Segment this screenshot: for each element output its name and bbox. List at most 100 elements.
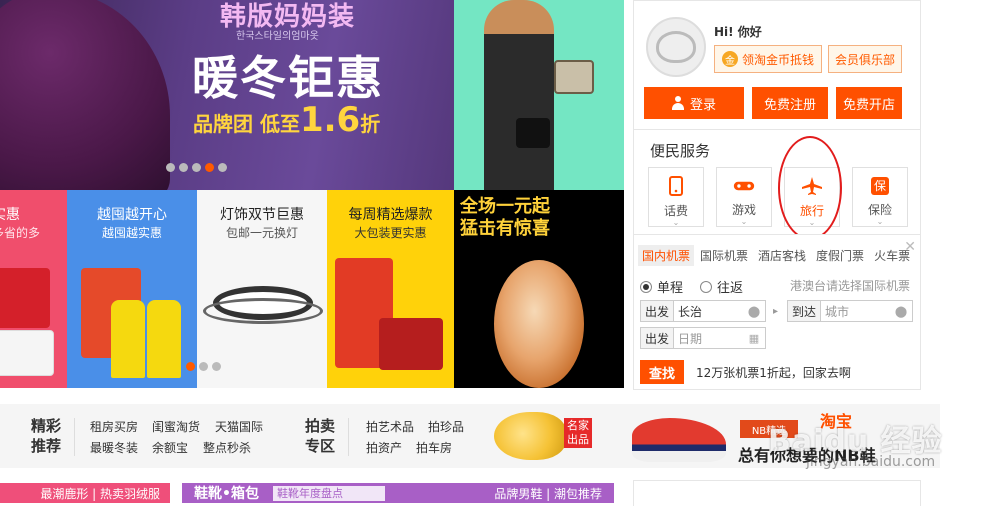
link-car-house-auction[interactable]: 拍车房	[416, 439, 452, 456]
carousel-dot[interactable]	[179, 163, 188, 172]
insurance-icon: 保	[869, 176, 891, 195]
date-placeholder[interactable]: 日期	[674, 330, 747, 347]
famous-artist-tag: 名家出品	[564, 418, 592, 448]
right-bottom-panel	[633, 480, 921, 506]
link-treasure-auction[interactable]: 拍珍品	[428, 418, 464, 435]
one-way-radio[interactable]: 单程	[640, 277, 683, 296]
travel-tabs: 国内机票 国际机票 酒店客栈 度假门票 火车票	[638, 245, 916, 266]
hero-promo: 品牌团 低至1.6折	[193, 100, 381, 140]
promo-tile-3[interactable]: 灯饰双节巨惠 包邮一元换灯	[197, 190, 327, 388]
link-winter-clothes[interactable]: 最暖冬装	[90, 439, 138, 456]
radio-selected-icon	[640, 280, 652, 293]
service-phone-bill[interactable]: 话费 ⌄	[648, 167, 704, 227]
service-games[interactable]: 游戏 ⌄	[716, 167, 772, 227]
round-trip-radio[interactable]: 往返	[700, 277, 743, 296]
promo-tile-1[interactable]: 实惠 多省的多	[0, 190, 67, 388]
carousel-dot-active[interactable]	[205, 163, 214, 172]
product-box-image	[0, 330, 54, 376]
tab-hotels[interactable]: 酒店客栈	[754, 245, 810, 266]
promo-tile-4[interactable]: 每周精选爆款 大包装更实惠	[327, 190, 454, 388]
service-title: 便民服务	[650, 142, 711, 160]
flight-search-panel: 国内机票 国际机票 酒店客栈 度假门票 火车票 ✕ 单程 往返 港澳台请选择国际…	[633, 234, 921, 390]
snack-pack-image	[379, 318, 443, 370]
link-rent-buy-house[interactable]: 租房买房	[90, 418, 138, 435]
arrival-city-field[interactable]: 到达 城市 ⬤	[787, 300, 913, 322]
arrow-right-icon: ▸	[773, 306, 779, 317]
sneaker-image[interactable]	[632, 418, 726, 462]
product-image	[0, 268, 50, 328]
featured-heading: 精彩推荐	[30, 417, 61, 455]
coin-icon: 金	[721, 51, 738, 67]
phone-icon	[665, 176, 687, 196]
jade-pendant-image	[494, 260, 584, 388]
avatar-face-icon	[656, 31, 696, 63]
login-button[interactable]: 登录	[644, 87, 744, 119]
search-button[interactable]: 查找	[640, 360, 684, 384]
carousel-dot[interactable]	[212, 362, 221, 371]
calendar-icon[interactable]: ▦	[747, 332, 761, 345]
coin-button[interactable]: 金 领淘金币抵钱	[714, 45, 822, 73]
gamepad-icon	[733, 176, 755, 195]
carousel-dot[interactable]	[166, 163, 175, 172]
service-insurance[interactable]: 保 保险 ⌄	[852, 167, 908, 227]
chevron-down-icon: ⌄	[740, 217, 748, 226]
handbag-image	[554, 60, 594, 94]
flight-promo-text[interactable]: 12万张机票1折起，回家去啊	[696, 364, 851, 381]
avatar[interactable]	[646, 17, 706, 77]
tab-vacation-tickets[interactable]: 度假门票	[812, 245, 868, 266]
highlight-circle-annotation	[778, 136, 842, 240]
fashion-banner[interactable]	[454, 0, 624, 190]
hero-carousel-dots[interactable]	[166, 163, 227, 172]
location-pin-icon: ⬤	[747, 304, 761, 318]
location-pin-icon: ⬤	[894, 304, 908, 318]
greeting: Hi! 你好	[714, 25, 762, 39]
departure-date-field[interactable]: 出发 日期 ▦	[640, 327, 766, 349]
open-shop-button[interactable]: 免费开店	[836, 87, 902, 119]
international-hint: 港澳台请选择国际机票	[790, 279, 911, 293]
login-panel: Hi! 你好 金 领淘金币抵钱 会员俱乐部 登录 免费注册 免费开店	[633, 0, 921, 130]
departure-city-field[interactable]: 出发 长治 ⬤	[640, 300, 766, 322]
carousel-dot[interactable]	[199, 362, 208, 371]
section-links[interactable]: 品牌男鞋 | 潮包推荐	[494, 485, 602, 502]
hero-headline: 暖冬钜惠	[192, 51, 384, 105]
section-bar-fashion[interactable]: 最潮鹿形 | 热卖羽绒服	[0, 483, 170, 503]
section-chip[interactable]: 鞋靴年度盘点	[272, 485, 385, 501]
clutch-image	[516, 118, 550, 148]
service-panel: 便民服务 话费 ⌄ 游戏 ⌄ 旅行 ⌄ 保 保险 ⌄	[633, 130, 921, 234]
hero-banner[interactable]: 韩版妈妈装 한국스타일의엄마옷 暖冬钜惠 品牌团 低至1.6折	[0, 0, 454, 190]
golden-craft-image[interactable]	[494, 412, 566, 460]
arrival-city-placeholder[interactable]: 城市	[821, 303, 894, 320]
register-button[interactable]: 免费注册	[752, 87, 828, 119]
tab-international-flights[interactable]: 国际机票	[696, 245, 752, 266]
tab-domestic-flights[interactable]: 国内机票	[638, 245, 695, 266]
link-yuebao[interactable]: 余额宝	[152, 439, 188, 456]
carousel-dot[interactable]	[218, 163, 227, 172]
hero-korean-subtitle: 한국스타일의엄마옷	[236, 31, 319, 42]
baidu-watermark-url: jingyan.baidu.com	[806, 454, 936, 470]
close-icon[interactable]: ✕	[904, 239, 916, 255]
ceiling-light-ring	[203, 298, 323, 324]
fashion-model-image	[484, 0, 554, 190]
auction-heading: 拍卖专区	[304, 417, 335, 455]
promo-tile-5[interactable]: 全场一元起 猛击有惊喜	[454, 190, 624, 388]
oil-bottle-image	[111, 300, 145, 378]
section-title: 鞋靴•箱包	[194, 486, 259, 502]
divider	[348, 418, 349, 456]
member-club-button[interactable]: 会员俱乐部	[828, 45, 902, 73]
chevron-down-icon: ⌄	[876, 217, 884, 226]
link-tmall-global[interactable]: 天猫国际	[215, 418, 263, 435]
link-friend-shopping[interactable]: 闺蜜淘货	[152, 418, 200, 435]
tiles-carousel-dots[interactable]	[186, 362, 221, 371]
link-asset-auction[interactable]: 拍资产	[366, 439, 402, 456]
section-bar-shoes-bags: 鞋靴•箱包 鞋靴年度盘点 品牌男鞋 | 潮包推荐	[182, 483, 614, 503]
chevron-down-icon: ⌄	[672, 218, 680, 227]
link-flash-sale[interactable]: 整点秒杀	[203, 439, 251, 456]
carousel-dot[interactable]	[192, 163, 201, 172]
carousel-dot-active[interactable]	[186, 362, 195, 371]
divider	[74, 418, 75, 456]
link-art-auction[interactable]: 拍艺术品	[366, 418, 414, 435]
oil-bottle-image	[147, 300, 181, 378]
departure-city-value[interactable]: 长治	[674, 303, 747, 320]
user-icon	[671, 96, 684, 110]
promo-tile-2[interactable]: 越囤越开心 越囤越实惠	[67, 190, 197, 388]
